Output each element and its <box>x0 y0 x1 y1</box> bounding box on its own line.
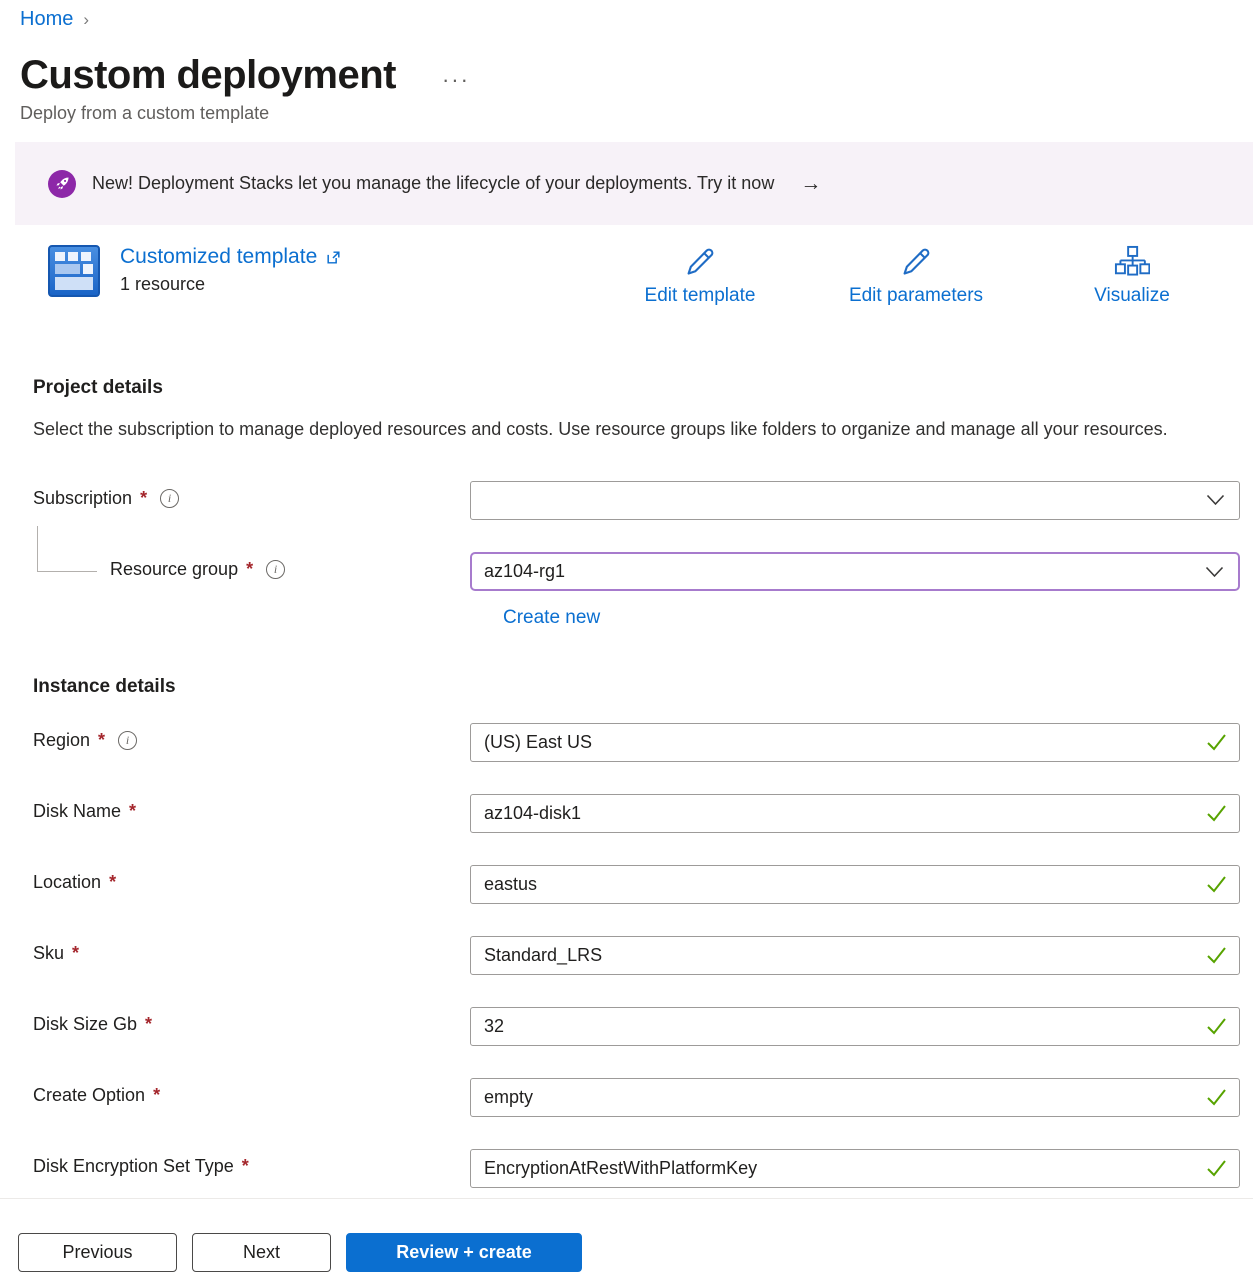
hierarchy-icon <box>1114 245 1150 281</box>
disk-encryption-set-type-value: EncryptionAtRestWithPlatformKey <box>484 1158 757 1179</box>
template-link-label: Customized template <box>120 245 317 269</box>
valid-check-icon <box>1206 1017 1227 1035</box>
sku-label: Sku <box>33 943 64 964</box>
sku-field[interactable]: Standard_LRS <box>470 936 1240 975</box>
customized-template-link[interactable]: Customized template <box>120 245 342 269</box>
next-button[interactable]: Next <box>192 1233 331 1272</box>
valid-check-icon <box>1206 804 1227 822</box>
disk-size-gb-field[interactable]: 32 <box>470 1007 1240 1046</box>
required-asterisk: * <box>129 801 136 822</box>
required-asterisk: * <box>145 1014 152 1035</box>
region-label: Region <box>33 730 90 751</box>
resource-count: 1 resource <box>120 274 342 295</box>
region-field[interactable]: (US) East US <box>470 723 1240 762</box>
required-asterisk: * <box>246 559 253 580</box>
instance-details-heading: Instance details <box>33 676 1240 698</box>
page-content: Home › Custom deployment ··· Deploy from… <box>0 0 1253 1198</box>
create-new-link[interactable]: Create new <box>503 607 600 628</box>
valid-check-icon <box>1206 875 1227 893</box>
resource-group-label: Resource group <box>110 559 238 580</box>
valid-check-icon <box>1206 733 1227 751</box>
info-icon[interactable]: i <box>266 560 285 579</box>
template-icon <box>48 245 100 302</box>
disk-encryption-set-type-label: Disk Encryption Set Type <box>33 1156 234 1177</box>
project-details-description: Select the subscription to manage deploy… <box>33 414 1183 445</box>
visualize-label: Visualize <box>1094 285 1170 307</box>
breadcrumb-chevron-icon: › <box>83 10 89 30</box>
required-asterisk: * <box>153 1085 160 1106</box>
banner-text: New! Deployment Stacks let you manage th… <box>92 173 774 194</box>
chevron-down-icon <box>1205 566 1224 579</box>
location-value: eastus <box>484 874 537 895</box>
region-value: (US) East US <box>484 732 592 753</box>
edit-parameters-label: Edit parameters <box>849 285 983 307</box>
disk-size-gb-label: Disk Size Gb <box>33 1014 137 1035</box>
previous-button[interactable]: Previous <box>18 1233 177 1272</box>
valid-check-icon <box>1206 946 1227 964</box>
required-asterisk: * <box>140 488 147 509</box>
edit-parameters-button[interactable]: Edit parameters <box>808 245 1024 307</box>
breadcrumb: Home › <box>0 0 1253 31</box>
disk-size-gb-value: 32 <box>484 1016 504 1037</box>
required-asterisk: * <box>72 943 79 964</box>
edit-template-label: Edit template <box>645 285 756 307</box>
more-options-icon[interactable]: ··· <box>442 59 470 93</box>
page-subtitle: Deploy from a custom template <box>0 103 1253 124</box>
location-field[interactable]: eastus <box>470 865 1240 904</box>
rocket-icon <box>48 170 76 198</box>
required-asterisk: * <box>98 730 105 751</box>
location-label: Location <box>33 872 101 893</box>
resource-group-dropdown[interactable]: az104-rg1 <box>470 552 1240 591</box>
create-option-field[interactable]: empty <box>470 1078 1240 1117</box>
wizard-footer: Previous Next Review + create <box>0 1198 1253 1280</box>
resource-group-value: az104-rg1 <box>484 561 565 582</box>
info-icon[interactable]: i <box>118 731 137 750</box>
pencil-icon <box>682 245 718 281</box>
disk-encryption-set-type-field[interactable]: EncryptionAtRestWithPlatformKey <box>470 1149 1240 1188</box>
sku-value: Standard_LRS <box>484 945 602 966</box>
external-link-icon <box>325 249 342 266</box>
edit-template-button[interactable]: Edit template <box>592 245 808 307</box>
subscription-label: Subscription <box>33 488 132 509</box>
project-details-heading: Project details <box>33 377 1240 399</box>
nesting-connector-line <box>37 526 97 572</box>
disk-name-field[interactable]: az104-disk1 <box>470 794 1240 833</box>
create-option-value: empty <box>484 1087 533 1108</box>
valid-check-icon <box>1206 1159 1227 1177</box>
required-asterisk: * <box>242 1156 249 1177</box>
visualize-button[interactable]: Visualize <box>1024 245 1240 307</box>
disk-name-label: Disk Name <box>33 801 121 822</box>
breadcrumb-home-link[interactable]: Home <box>20 8 73 31</box>
deployment-stacks-banner[interactable]: New! Deployment Stacks let you manage th… <box>15 142 1253 225</box>
arrow-right-icon: → <box>800 172 821 196</box>
subscription-dropdown[interactable] <box>470 481 1240 520</box>
create-option-label: Create Option <box>33 1085 145 1106</box>
info-icon[interactable]: i <box>160 489 179 508</box>
disk-name-value: az104-disk1 <box>484 803 581 824</box>
required-asterisk: * <box>109 872 116 893</box>
pencil-icon <box>898 245 934 281</box>
review-create-button[interactable]: Review + create <box>346 1233 582 1272</box>
page-title: Custom deployment <box>20 53 396 98</box>
chevron-down-icon <box>1206 494 1225 507</box>
valid-check-icon <box>1206 1088 1227 1106</box>
